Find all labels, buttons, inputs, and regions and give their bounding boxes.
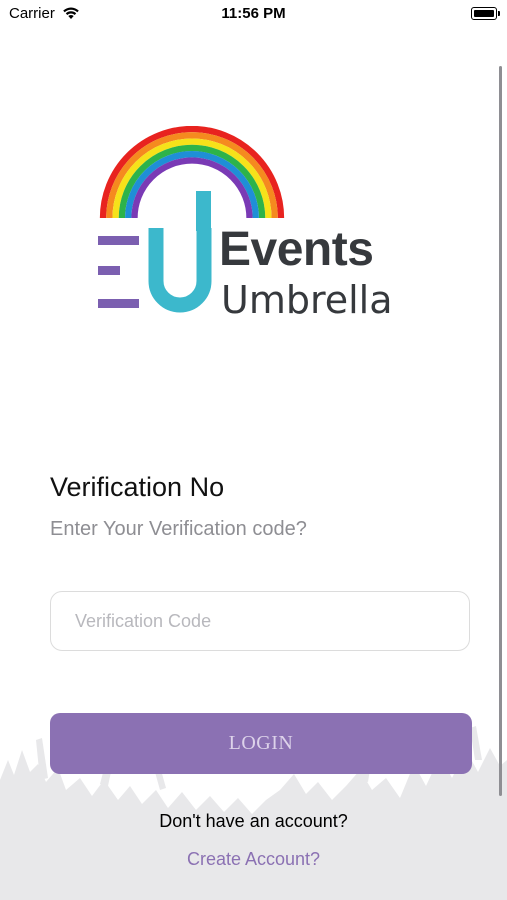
verification-code-input[interactable] (50, 591, 470, 651)
events-umbrella-logo: Events Umbrella (96, 125, 416, 326)
battery-icon (471, 7, 500, 20)
login-button-label: LOGIN (228, 732, 294, 754)
page-title: Verification No (50, 472, 225, 502)
clock: 11:56 PM (221, 5, 286, 22)
page-subtitle: Enter Your Verification code? (50, 518, 307, 540)
login-button[interactable]: LOGIN (50, 713, 472, 774)
no-account-text: Don't have an account? (159, 811, 348, 831)
status-bar: Carrier 11:56 PM (0, 0, 507, 28)
logo-text-umbrella: Umbrella (221, 278, 393, 322)
scrollbar[interactable] (499, 66, 502, 796)
logo-text-events: Events (219, 223, 374, 276)
create-account-link[interactable]: Create Account? (0, 849, 507, 870)
